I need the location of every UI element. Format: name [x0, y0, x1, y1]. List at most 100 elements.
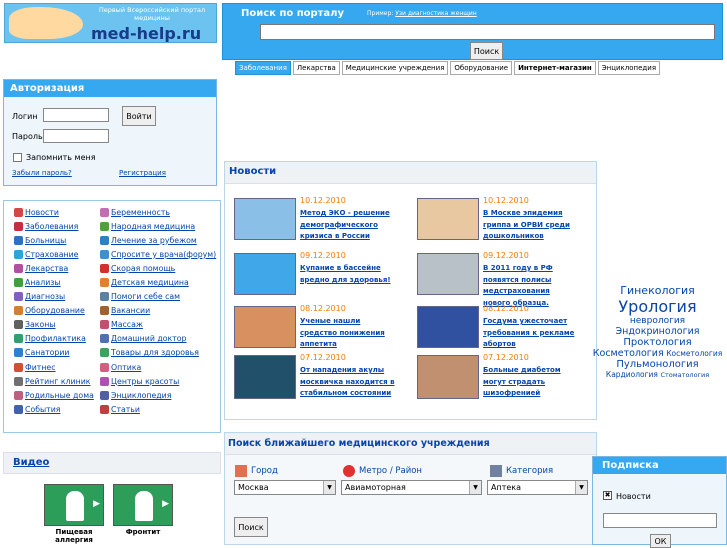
menu-item[interactable]: Статьи: [100, 402, 216, 416]
menu-item[interactable]: Центры красоты: [100, 374, 216, 388]
news-image[interactable]: [234, 355, 296, 399]
news-title-link[interactable]: Больные диабетом могут страдать шизофрен…: [483, 365, 578, 400]
specialty-link[interactable]: Проктология: [623, 337, 691, 348]
menu-item-link[interactable]: Детская медицина: [111, 278, 189, 287]
menu-item-link[interactable]: Домашний доктор: [111, 334, 187, 343]
menu-item[interactable]: Оборудование: [14, 304, 94, 318]
menu-item-link[interactable]: Фитнес: [25, 363, 56, 372]
menu-item[interactable]: Страхование: [14, 247, 94, 261]
menu-item-link[interactable]: Родильные дома: [25, 391, 94, 400]
menu-item[interactable]: Лечение за рубежом: [100, 233, 216, 247]
menu-item[interactable]: Скорая помощь: [100, 261, 216, 275]
menu-item-link[interactable]: Заболевания: [25, 222, 78, 231]
menu-item[interactable]: Народная медицина: [100, 219, 216, 233]
menu-item[interactable]: Законы: [14, 318, 94, 332]
news-image[interactable]: [417, 306, 479, 348]
tab-equipment[interactable]: Оборудование: [450, 61, 513, 75]
menu-item[interactable]: Анализы: [14, 275, 94, 289]
menu-item[interactable]: Заболевания: [14, 219, 94, 233]
city-select[interactable]: Москва ▼: [234, 480, 336, 495]
news-title-link[interactable]: От нападения акулы москвичка находится в…: [300, 365, 395, 400]
news-title-link[interactable]: Госдума ужесточает требования к рекламе …: [483, 316, 578, 351]
news-image[interactable]: [417, 253, 479, 295]
menu-item[interactable]: Домашний доктор: [100, 332, 216, 346]
menu-item[interactable]: Новости: [14, 205, 94, 219]
tab-medical-institutions[interactable]: Медицинские учреждения: [341, 61, 449, 75]
specialty-link[interactable]: Пульмонология: [616, 359, 698, 370]
menu-item[interactable]: Массаж: [100, 318, 216, 332]
menu-item-link[interactable]: Помоги себе сам: [111, 292, 180, 301]
video-caption[interactable]: Фронтит: [113, 528, 173, 536]
menu-item-link[interactable]: Беременность: [111, 208, 170, 217]
news-image[interactable]: [234, 253, 296, 295]
menu-item[interactable]: Санатории: [14, 346, 94, 360]
menu-item-link[interactable]: Новости: [25, 208, 59, 217]
subscribe-email-input[interactable]: [603, 513, 717, 528]
menu-item[interactable]: Фитнес: [14, 360, 94, 374]
portal-search-button[interactable]: Поиск: [470, 42, 503, 60]
metro-select[interactable]: Авиамоторная ▼: [341, 480, 482, 495]
forgot-password-link[interactable]: Забыли пароль?: [12, 169, 72, 177]
password-input[interactable]: [43, 129, 109, 143]
tab-online-shop[interactable]: Интернет-магазин: [514, 61, 596, 75]
specialty-link[interactable]: Стоматология: [660, 371, 709, 379]
menu-item-link[interactable]: Анализы: [25, 278, 61, 287]
menu-item[interactable]: Вакансии: [100, 304, 216, 318]
news-title-link[interactable]: Ученые нашли средство понижения аппетита: [300, 316, 395, 351]
news-image[interactable]: [234, 198, 296, 240]
remember-checkbox[interactable]: [13, 153, 22, 162]
specialty-link[interactable]: Эндокринология: [616, 326, 700, 337]
menu-item-link[interactable]: Оптика: [111, 363, 141, 372]
menu-item-link[interactable]: Диагнозы: [25, 292, 65, 301]
tab-diseases[interactable]: Заболевания: [235, 61, 291, 75]
menu-item-link[interactable]: Оборудование: [25, 306, 85, 315]
menu-item-link[interactable]: Вакансии: [111, 306, 150, 315]
specialty-link[interactable]: Кардиология: [606, 370, 658, 379]
menu-item-link[interactable]: Больницы: [25, 236, 66, 245]
login-input[interactable]: [43, 108, 109, 122]
specialty-link[interactable]: Косметология: [593, 348, 664, 359]
subscribe-ok-button[interactable]: ОК: [650, 534, 671, 548]
menu-item-link[interactable]: Массаж: [111, 320, 143, 329]
news-title-link[interactable]: В Москве эпидемия гриппа и ОРВИ среди до…: [483, 208, 578, 243]
news-title-link[interactable]: Купание в бассейне вредно для здоровья!: [300, 263, 395, 286]
menu-item[interactable]: События: [14, 402, 94, 416]
video-title-link[interactable]: Видео: [13, 457, 49, 468]
menu-item[interactable]: Детская медицина: [100, 275, 216, 289]
menu-item-link[interactable]: Спросите у врача(форум): [111, 250, 216, 259]
menu-item-link[interactable]: Санатории: [25, 348, 70, 357]
menu-item[interactable]: Беременность: [100, 205, 216, 219]
news-title-link[interactable]: Метод ЭКО - решение демографического кри…: [300, 208, 395, 243]
specialty-link[interactable]: Гинекология: [620, 284, 695, 297]
video-thumbnail[interactable]: ▶: [44, 484, 104, 526]
news-image[interactable]: [417, 355, 479, 399]
tab-encyclopedia[interactable]: Энциклопедия: [597, 61, 661, 75]
menu-item[interactable]: Родильные дома: [14, 388, 94, 402]
menu-item[interactable]: Спросите у врача(форум): [100, 247, 216, 261]
menu-item[interactable]: Помоги себе сам: [100, 290, 216, 304]
search-example-link[interactable]: Узи диагностика женщин: [395, 10, 477, 17]
menu-item-link[interactable]: Страхование: [25, 250, 78, 259]
menu-item-link[interactable]: Лекарства: [25, 264, 68, 273]
menu-item-link[interactable]: Центры красоты: [111, 377, 179, 386]
menu-item-link[interactable]: Законы: [25, 320, 56, 329]
menu-item[interactable]: Профилактика: [14, 332, 94, 346]
news-image[interactable]: [417, 198, 479, 240]
menu-item[interactable]: Товары для здоровья: [100, 346, 216, 360]
tab-drugs[interactable]: Лекарства: [292, 61, 340, 75]
login-button[interactable]: Войти: [122, 106, 156, 126]
specialty-link[interactable]: неврология: [630, 316, 685, 326]
menu-item[interactable]: Энциклопедия: [100, 388, 216, 402]
menu-item[interactable]: Рейтинг клиник: [14, 374, 94, 388]
menu-item-link[interactable]: Товары для здоровья: [111, 348, 199, 357]
menu-item[interactable]: Оптика: [100, 360, 216, 374]
menu-item[interactable]: Диагнозы: [14, 290, 94, 304]
menu-item-link[interactable]: Профилактика: [25, 334, 86, 343]
news-title-link[interactable]: В 2011 году в РФ появятся полисы медстра…: [483, 263, 578, 309]
menu-item-link[interactable]: События: [25, 405, 60, 414]
site-logo[interactable]: Первый Всероссийский портал медицины med…: [4, 3, 217, 43]
menu-item[interactable]: Лекарства: [14, 261, 94, 275]
menu-item[interactable]: Больницы: [14, 233, 94, 247]
menu-item-link[interactable]: Народная медицина: [111, 222, 195, 231]
video-thumbnail[interactable]: ▶: [113, 484, 173, 526]
